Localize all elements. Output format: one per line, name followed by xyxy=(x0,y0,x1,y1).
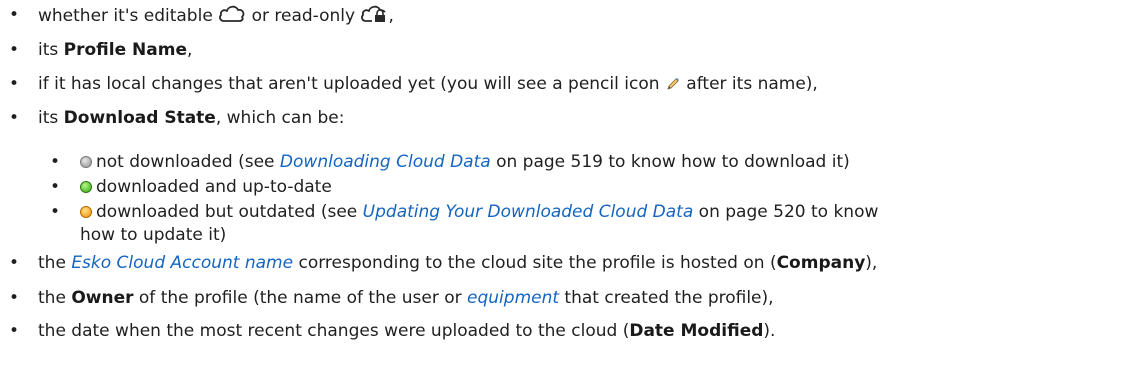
bullet: • xyxy=(9,108,20,128)
gray-status-dot-icon xyxy=(80,156,92,168)
list-item-text: the Esko Cloud Account name correspondin… xyxy=(38,253,878,273)
list-item-text: the date when the most recent changes we… xyxy=(38,321,776,341)
bullet: • xyxy=(9,5,20,25)
bullet: • xyxy=(9,253,20,273)
link-esko-cloud-account-name[interactable]: Esko Cloud Account name xyxy=(71,253,293,273)
list-item-text: downloaded but outdated (see Updating Yo… xyxy=(80,201,878,223)
list-item-text: if it has local changes that aren't uplo… xyxy=(38,73,818,98)
list-item-text: whether it's editable or read-only , xyxy=(38,4,394,30)
list-item-text: the Owner of the profile (the name of th… xyxy=(38,288,774,308)
bullet: • xyxy=(50,202,61,222)
bullet: • xyxy=(50,177,61,197)
document-page: • whether it's editable or read-only , •… xyxy=(9,4,879,341)
cloud-lock-icon xyxy=(360,4,388,30)
link-equipment[interactable]: equipment xyxy=(467,288,559,308)
list-item-text: its Download State, which can be: xyxy=(38,108,345,128)
cloud-outline-icon xyxy=(218,4,246,30)
list-item-text: not downloaded (see Downloading Cloud Da… xyxy=(80,151,850,173)
link-updating-downloaded-cloud-data[interactable]: Updating Your Downloaded Cloud Data xyxy=(363,202,694,222)
green-status-dot-icon xyxy=(80,181,92,193)
bullet: • xyxy=(9,40,20,60)
list-item-text: downloaded and up-to-date xyxy=(80,176,332,198)
bullet: • xyxy=(9,74,20,94)
bullet: • xyxy=(9,321,20,341)
pencil-icon xyxy=(665,76,681,98)
list-item-text: its Profile Name, xyxy=(38,40,193,60)
link-downloading-cloud-data[interactable]: Downloading Cloud Data xyxy=(280,152,491,172)
bullet: • xyxy=(50,152,61,172)
bullet: • xyxy=(9,288,20,308)
orange-status-dot-icon xyxy=(80,206,92,218)
